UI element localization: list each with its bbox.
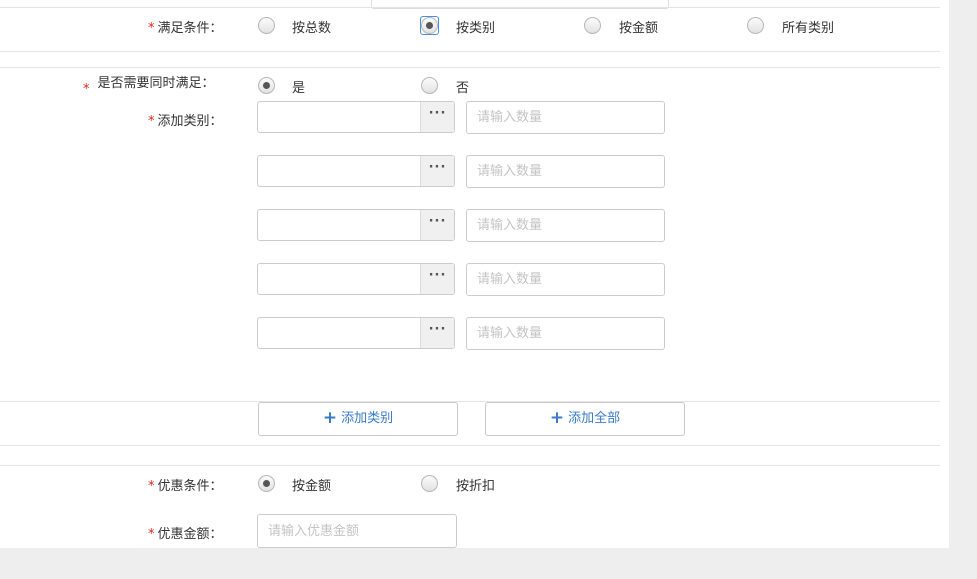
add-all-button[interactable]: + 添加全部 bbox=[485, 402, 685, 436]
divider bbox=[0, 51, 940, 52]
divider bbox=[0, 465, 940, 466]
discount-amount-input[interactable] bbox=[257, 514, 457, 548]
form-panel: * 满足条件： 按总数 按类别 按金额 所有类别 * 是否需要同时满足： 是 否 *… bbox=[0, 0, 949, 548]
discount-radio-rate[interactable] bbox=[421, 475, 438, 492]
simultaneous-label: * 是否需要同时满足： bbox=[83, 76, 215, 97]
more-icon[interactable]: ··· bbox=[420, 156, 454, 186]
satisfy-radio-all-categories[interactable] bbox=[747, 17, 764, 34]
divider bbox=[0, 401, 940, 402]
required-marker: * bbox=[148, 21, 155, 36]
simultaneous-radio-no[interactable] bbox=[421, 77, 438, 94]
satisfy-option-amount-label: 按金额 bbox=[619, 21, 659, 36]
simultaneous-radio-yes[interactable] bbox=[258, 77, 275, 94]
simultaneous-no-label: 否 bbox=[456, 81, 470, 96]
quantity-input[interactable] bbox=[466, 317, 665, 350]
required-marker: * bbox=[148, 479, 155, 494]
add-category-button[interactable]: + 添加类别 bbox=[258, 402, 458, 436]
category-picker[interactable]: ··· bbox=[257, 317, 455, 349]
plus-icon: + bbox=[549, 408, 565, 428]
satisfy-condition-label: * 满足条件： bbox=[148, 21, 223, 36]
required-marker: * bbox=[148, 114, 155, 129]
more-icon[interactable]: ··· bbox=[420, 318, 454, 348]
satisfy-radio-total[interactable] bbox=[258, 17, 275, 34]
satisfy-option-all-categories-label: 所有类别 bbox=[782, 21, 835, 36]
category-picker[interactable]: ··· bbox=[257, 101, 455, 133]
divider bbox=[0, 67, 940, 68]
category-picker[interactable]: ··· bbox=[257, 155, 455, 187]
satisfy-option-category-label: 按类别 bbox=[456, 21, 496, 36]
more-icon[interactable]: ··· bbox=[420, 102, 454, 132]
category-picker[interactable]: ··· bbox=[257, 209, 455, 241]
satisfy-radio-amount[interactable] bbox=[584, 17, 601, 34]
discount-amount-label: * 优惠金额： bbox=[148, 527, 223, 542]
quantity-input[interactable] bbox=[466, 209, 665, 242]
more-icon[interactable]: ··· bbox=[420, 264, 454, 294]
simultaneous-yes-label: 是 bbox=[292, 81, 306, 96]
more-icon[interactable]: ··· bbox=[420, 210, 454, 240]
divider bbox=[0, 7, 940, 8]
satisfy-radio-category[interactable] bbox=[421, 17, 438, 34]
required-marker: * bbox=[83, 82, 90, 97]
quantity-input[interactable] bbox=[466, 155, 665, 188]
discount-amount-option-label: 按金额 bbox=[292, 479, 332, 494]
add-category-label: * 添加类别： bbox=[148, 114, 223, 129]
required-marker: * bbox=[148, 527, 155, 542]
satisfy-option-total-label: 按总数 bbox=[292, 21, 332, 36]
plus-icon: + bbox=[322, 408, 338, 428]
quantity-input[interactable] bbox=[466, 263, 665, 296]
quantity-input[interactable] bbox=[466, 101, 665, 134]
divider bbox=[0, 445, 940, 446]
category-picker[interactable]: ··· bbox=[257, 263, 455, 295]
discount-rate-option-label: 按折扣 bbox=[456, 479, 496, 494]
discount-radio-amount[interactable] bbox=[258, 475, 275, 492]
discount-condition-label: * 优惠条件： bbox=[148, 479, 223, 494]
